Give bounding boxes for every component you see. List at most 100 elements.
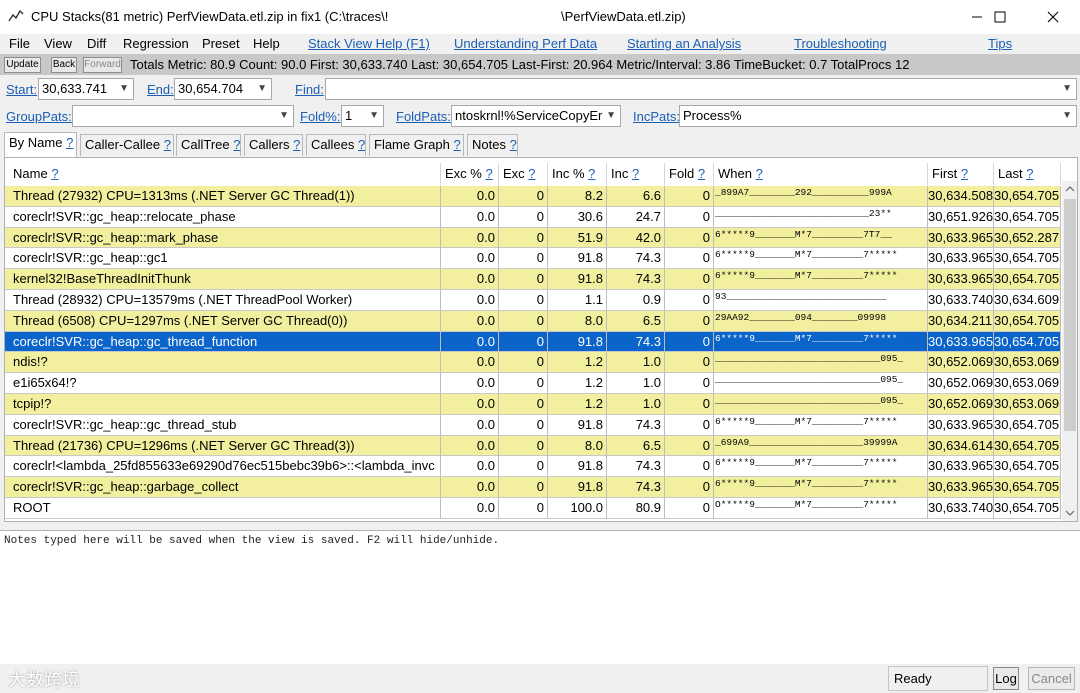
foldpct-input[interactable]: 1 ▼ <box>341 105 384 127</box>
link-understanding-perf-data[interactable]: Understanding Perf Data <box>454 36 597 51</box>
table-row[interactable]: ROOT 0.0 0 100.0 80.9 0 O*****9_______M*7_____… <box>5 497 1061 519</box>
menu-preset[interactable]: Preset <box>202 36 240 51</box>
chevron-down-icon[interactable]: ▼ <box>257 79 267 99</box>
end-label[interactable]: End: <box>147 82 174 97</box>
table-row[interactable]: coreclr!<lambda_25fd855633e69290d76ec515… <box>5 456 1061 478</box>
incpats-label[interactable]: IncPats: <box>633 109 680 124</box>
table-row[interactable]: ndis!? 0.0 0 1.2 1.0 0 _______________________… <box>5 352 1061 374</box>
chevron-down-icon[interactable]: ▼ <box>1062 79 1072 99</box>
help-link[interactable]: ? <box>66 135 73 150</box>
cell-when: _____________________________095_ <box>714 373 928 394</box>
link-starting-analysis[interactable]: Starting an Analysis <box>627 36 741 51</box>
tab-flame-graph[interactable]: Flame Graph ? <box>369 134 464 156</box>
cell-first: 30,652.069 <box>928 352 994 373</box>
tab-callees[interactable]: Callees ? <box>306 134 366 156</box>
cell-exc: 0 <box>499 373 548 394</box>
table-row[interactable]: Thread (27932) CPU=1313ms (.NET Server G… <box>5 186 1061 207</box>
column-header-first[interactable]: First ? <box>928 163 994 185</box>
cell-first: 30,634.211 <box>928 310 994 331</box>
table-row[interactable]: coreclr!SVR::gc_heap::garbage_collect 0.0… <box>5 477 1061 498</box>
menu-regression[interactable]: Regression <box>123 36 189 51</box>
chevron-down-icon[interactable]: ▼ <box>119 79 129 99</box>
help-link[interactable]: ? <box>233 137 240 152</box>
table-row[interactable]: tcpip!? 0.0 0 1.2 1.0 0 ______________________… <box>5 393 1061 415</box>
help-link[interactable]: ? <box>454 137 461 152</box>
link-tips[interactable]: Tips <box>988 36 1012 51</box>
cell-exc: 0 <box>499 456 548 477</box>
cell-when: ___________________________23** <box>714 206 928 227</box>
table-row[interactable]: coreclr!SVR::gc_heap::gc_thread_function… <box>5 331 1061 353</box>
cancel-button[interactable]: Cancel <box>1028 667 1075 690</box>
table-row[interactable]: coreclr!SVR::gc_heap::gc_thread_stub 0.0 0… <box>5 414 1061 436</box>
chevron-down-icon[interactable]: ▼ <box>369 106 379 126</box>
vertical-scrollbar[interactable] <box>1062 181 1077 521</box>
foldpats-input[interactable]: ntoskrnl!%ServiceCopyEr ▼ <box>451 105 621 127</box>
column-header-last[interactable]: Last ? <box>994 163 1061 185</box>
incpats-input[interactable]: Process% ▼ <box>679 105 1077 127</box>
grid-body: Thread (27932) CPU=1313ms (.NET Server G… <box>5 186 1061 519</box>
cell-first: 30,652.069 <box>928 373 994 394</box>
help-link[interactable]: ? <box>164 137 171 152</box>
foldpats-label[interactable]: FoldPats: <box>396 109 451 124</box>
column-header-exc-pct[interactable]: Exc % ? <box>441 163 499 185</box>
grouppats-label[interactable]: GroupPats: <box>6 109 72 124</box>
table-row[interactable]: Thread (6508) CPU=1297ms (.NET Server GC… <box>5 310 1061 332</box>
start-label[interactable]: Start: <box>6 82 37 97</box>
tab-calltree[interactable]: CallTree ? <box>176 134 241 156</box>
menu-help[interactable]: Help <box>253 36 280 51</box>
window-title: CPU Stacks(81 metric) PerfViewData.etl.z… <box>31 9 389 24</box>
cell-inc-pct: 1.2 <box>548 352 607 373</box>
cell-exc-pct: 0.0 <box>441 393 499 414</box>
chevron-down-icon[interactable]: ▼ <box>1062 106 1072 126</box>
table-row[interactable]: e1i65x64!? 0.0 0 1.2 1.0 0 ___________________… <box>5 373 1061 394</box>
menu-view[interactable]: View <box>44 36 72 51</box>
help-link[interactable]: ? <box>293 137 300 152</box>
menu-diff[interactable]: Diff <box>87 36 106 51</box>
end-input[interactable]: 30,654.704 ▼ <box>174 78 272 100</box>
column-header-fold[interactable]: Fold ? <box>665 163 714 185</box>
start-input[interactable]: 30,633.741 ▼ <box>38 78 134 100</box>
tab-by-name[interactable]: By Name ? <box>4 132 77 157</box>
cell-inc: 74.3 <box>607 248 665 269</box>
link-stack-view-help[interactable]: Stack View Help (F1) <box>308 36 430 51</box>
column-header-name[interactable]: Name ? <box>9 163 441 185</box>
column-header-inc-pct[interactable]: Inc % ? <box>548 163 607 185</box>
menu-file[interactable]: File <box>9 36 30 51</box>
log-button[interactable]: Log <box>993 667 1019 690</box>
table-row[interactable]: coreclr!SVR::gc_heap::relocate_phase 0.0 0… <box>5 206 1061 228</box>
cell-inc: 6.5 <box>607 310 665 331</box>
tab-caller-callee[interactable]: Caller-Callee ? <box>80 134 174 156</box>
table-row[interactable]: Thread (21736) CPU=1296ms (.NET Server G… <box>5 435 1061 457</box>
table-row[interactable]: coreclr!SVR::gc_heap::mark_phase 0.0 0 51.9… <box>5 227 1061 249</box>
cell-inc-pct: 8.2 <box>548 186 607 206</box>
find-label[interactable]: Find: <box>295 82 324 97</box>
tab-callers[interactable]: Callers ? <box>244 134 303 156</box>
grouppats-input[interactable]: ▼ <box>72 105 294 127</box>
cell-exc: 0 <box>499 352 548 373</box>
column-header-when[interactable]: When ? <box>714 163 928 185</box>
help-link[interactable]: ? <box>510 137 517 152</box>
help-link[interactable]: ? <box>358 137 365 152</box>
notes-textarea[interactable]: Notes typed here will be saved when the … <box>0 530 1080 664</box>
cell-last: 30,653.069 <box>994 373 1061 394</box>
cell-when: 6*****9_______M*7_________7***** <box>714 248 928 269</box>
cell-exc-pct: 0.0 <box>441 352 499 373</box>
update-button[interactable]: Update <box>4 57 41 73</box>
column-header-inc[interactable]: Inc ? <box>607 163 665 185</box>
find-input[interactable]: ▼ <box>325 78 1077 100</box>
foldpct-value: 1 <box>345 108 353 123</box>
back-button[interactable]: Back <box>51 57 77 73</box>
maximize-button[interactable] <box>977 0 1023 34</box>
foldpct-label[interactable]: Fold%: <box>300 109 340 124</box>
column-header-exc[interactable]: Exc ? <box>499 163 548 185</box>
tab-notes[interactable]: Notes ? <box>467 134 518 156</box>
link-troubleshooting[interactable]: Troubleshooting <box>794 36 887 51</box>
chevron-down-icon[interactable]: ▼ <box>279 106 289 126</box>
table-row[interactable]: Thread (28932) CPU=13579ms (.NET ThreadP… <box>5 289 1061 311</box>
forward-button[interactable]: Forward <box>83 57 122 73</box>
table-row[interactable]: coreclr!SVR::gc_heap::gc1 0.0 0 91.8 74.3 0 6*… <box>5 248 1061 270</box>
table-row[interactable]: kernel32!BaseThreadInitThunk 0.0 0 91.8 74.3… <box>5 269 1061 290</box>
chevron-down-icon[interactable]: ▼ <box>606 106 616 126</box>
close-button[interactable] <box>1030 0 1076 34</box>
cell-fold: 0 <box>665 289 714 310</box>
